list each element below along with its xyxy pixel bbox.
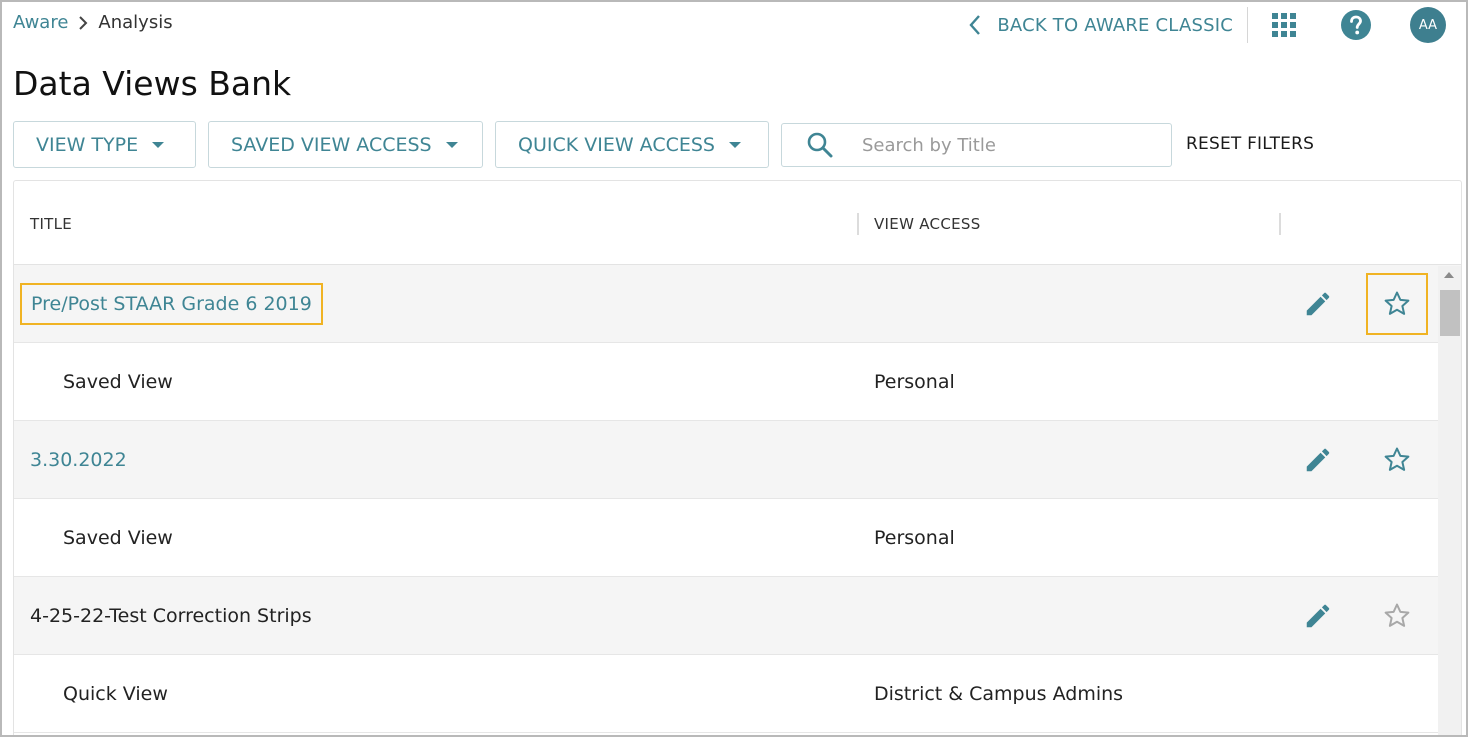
search-input[interactable] <box>862 134 1142 156</box>
app-window: Aware Analysis BACK TO AWARE CLASSIC AA … <box>0 0 1468 737</box>
caret-down-icon <box>445 141 458 148</box>
quick-view-access-label: QUICK VIEW ACCESS <box>518 133 715 156</box>
help-icon[interactable] <box>1340 9 1372 41</box>
view-access-value: Personal <box>874 370 955 393</box>
caret-down-icon <box>152 141 165 148</box>
breadcrumb-aware-link[interactable]: Aware <box>13 12 68 33</box>
table-row: 3.30.2022 <box>14 421 1461 499</box>
reset-filters-button[interactable]: RESET FILTERS <box>1186 134 1314 154</box>
view-type-dropdown[interactable]: VIEW TYPE <box>13 121 196 168</box>
favorite-star-icon[interactable] <box>1366 585 1428 647</box>
search-icon <box>807 132 833 158</box>
table-row: Pre/Post STAAR Grade 6 2019 <box>14 265 1461 343</box>
data-views-table: TITLE VIEW ACCESS Pre/Post STAAR Grade 6… <box>13 180 1462 735</box>
column-divider <box>1279 213 1281 235</box>
breadcrumb-current: Analysis <box>98 12 173 33</box>
apps-grid-icon[interactable] <box>1270 11 1298 39</box>
page-title: Data Views Bank <box>13 64 292 103</box>
view-type-label: VIEW TYPE <box>36 133 139 156</box>
quick-view-access-dropdown[interactable]: QUICK VIEW ACCESS <box>495 121 769 168</box>
view-type-value: Saved View <box>63 370 173 393</box>
saved-view-access-label: SAVED VIEW ACCESS <box>231 133 432 156</box>
scroll-up-arrow-icon[interactable] <box>1444 272 1454 278</box>
back-to-classic-link[interactable]: BACK TO AWARE CLASSIC <box>969 14 1247 36</box>
view-type-value: Quick View <box>63 682 168 705</box>
chevron-right-icon <box>68 15 98 31</box>
favorite-star-icon[interactable] <box>1366 429 1428 491</box>
vertical-scrollbar[interactable] <box>1438 266 1461 735</box>
back-to-classic-label: BACK TO AWARE CLASSIC <box>997 14 1233 36</box>
table-row-detail: Quick View District & Campus Admins <box>14 655 1461 733</box>
search-box <box>781 123 1172 167</box>
scrollbar-thumb[interactable] <box>1440 290 1460 336</box>
table-row: 4-25-22-Test Correction Strips <box>14 577 1461 655</box>
column-divider <box>857 213 859 235</box>
view-title-link[interactable]: Pre/Post STAAR Grade 6 2019 <box>20 282 323 325</box>
chevron-left-icon <box>969 15 981 35</box>
header-actions: BACK TO AWARE CLASSIC AA <box>969 6 1446 44</box>
view-type-value: Saved View <box>63 526 173 549</box>
edit-pencil-icon[interactable] <box>1300 598 1336 634</box>
table-row-detail: Saved View Personal <box>14 343 1461 421</box>
column-header-view-access[interactable]: VIEW ACCESS <box>874 215 981 233</box>
breadcrumb: Aware Analysis <box>13 12 173 33</box>
header-divider <box>1247 7 1248 43</box>
edit-pencil-icon[interactable] <box>1300 442 1336 478</box>
view-access-value: Personal <box>874 526 955 549</box>
favorite-star-icon[interactable] <box>1366 272 1428 335</box>
view-access-value: District & Campus Admins <box>874 682 1124 705</box>
avatar[interactable]: AA <box>1410 7 1446 43</box>
table-row-detail: Saved View Personal <box>14 499 1461 577</box>
column-header-title[interactable]: TITLE <box>30 215 72 233</box>
view-title-text[interactable]: 4-25-22-Test Correction Strips <box>30 605 312 627</box>
edit-pencil-icon[interactable] <box>1300 286 1336 322</box>
saved-view-access-dropdown[interactable]: SAVED VIEW ACCESS <box>208 121 483 168</box>
table-header: TITLE VIEW ACCESS <box>14 181 1461 265</box>
view-title-link[interactable]: 3.30.2022 <box>30 449 127 471</box>
caret-down-icon <box>729 141 741 148</box>
